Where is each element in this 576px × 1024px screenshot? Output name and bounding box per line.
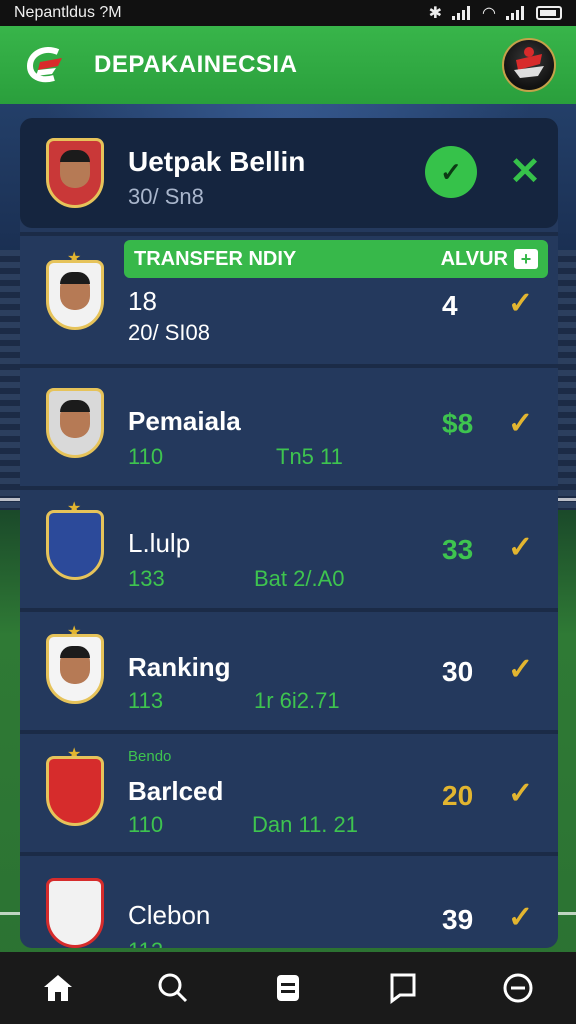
club-crest-icon: ★ — [40, 500, 110, 586]
accept-button[interactable]: ✓ — [425, 146, 477, 198]
app-logo-icon[interactable] — [24, 44, 66, 86]
list-item[interactable]: TRANSFER NDIY ALVUR + ★ 18 20/ SI08 4 ✓ — [20, 232, 558, 350]
player-sub: 133 — [128, 566, 165, 591]
list-item[interactable]: Clebon 112 39 ✓ — [20, 852, 558, 948]
check-icon: ✓ — [508, 407, 534, 440]
player-name: Barlced — [128, 776, 224, 806]
list-item[interactable]: ★ Bendo Barlced 110 Dan 11. 21 20 ✓ — [20, 730, 558, 848]
check-icon: ✓ — [508, 653, 534, 686]
player-score: 20 — [442, 780, 474, 811]
club-crest-icon — [40, 870, 110, 948]
app-header: DEPAKAINECSIA — [0, 26, 576, 104]
chat-icon[interactable] — [375, 960, 431, 1016]
player-name: 18 — [128, 286, 157, 316]
status-bar: Nepantldus ?M ✱ ◠ — [0, 0, 576, 26]
player-score: 4 — [442, 290, 458, 321]
transfer-right-label: ALVUR — [440, 247, 508, 270]
player-stat: Tn5 11 — [276, 444, 343, 469]
player-stat: Bat 2/.A0 — [254, 566, 345, 591]
player-sub: 112 — [128, 938, 163, 948]
player-score: 30 — [442, 656, 474, 687]
transfer-label: TRANSFER NDIY — [134, 247, 297, 270]
check-icon: ✓ — [508, 901, 534, 934]
player-score: $8 — [442, 408, 474, 439]
featured-player-sub: 30/ Sn8 — [128, 184, 204, 209]
signal-icon — [506, 6, 526, 20]
player-name: L.lulp — [128, 528, 191, 558]
close-icon[interactable]: ✕ — [505, 152, 545, 192]
club-crest-icon[interactable] — [502, 38, 556, 92]
player-sub: 110 — [128, 444, 164, 469]
player-sub: 110 — [128, 812, 164, 837]
featured-player-card[interactable]: Uetpak Bellin 30/ Sn8 ✓ ✕ — [20, 118, 558, 228]
transfer-banner[interactable]: TRANSFER NDIY ALVUR + — [124, 240, 548, 278]
search-icon[interactable] — [145, 960, 201, 1016]
featured-player-name: Uetpak Bellin — [128, 146, 306, 177]
profile-icon[interactable] — [490, 960, 546, 1016]
list-item[interactable]: Pemaiala 110 Tn5 11 $8 ✓ — [20, 364, 558, 482]
player-crest-icon — [40, 130, 110, 214]
player-name: Pemaiala — [128, 406, 241, 436]
player-tag: Bendo — [128, 748, 172, 765]
player-score: 33 — [442, 534, 474, 565]
home-icon[interactable] — [30, 960, 86, 1016]
check-icon: ✓ — [508, 287, 534, 320]
signal-icon — [452, 6, 472, 20]
check-icon: ✓ — [508, 777, 534, 810]
player-crest-icon: ★ — [40, 250, 110, 336]
player-crest-icon: ★ — [40, 624, 110, 710]
list-icon[interactable] — [260, 960, 316, 1016]
player-stat: Dan 11. 21 — [252, 812, 359, 837]
list-item[interactable]: ★ Ranking 113 1r 6i2.71 30 ✓ — [20, 608, 558, 726]
check-icon: ✓ — [508, 531, 534, 564]
player-sub: 113 — [128, 688, 164, 713]
wifi-icon: ◠ — [482, 5, 496, 22]
player-score: 39 — [442, 904, 474, 935]
player-stat: 1r 6i2.71 — [254, 688, 340, 713]
status-icons: ✱ ◠ — [429, 3, 562, 23]
app-title: DEPAKAINECSIA — [94, 51, 298, 78]
transfer-panel: Uetpak Bellin 30/ Sn8 ✓ ✕ TRANSFER NDIY … — [20, 118, 558, 948]
plus-icon[interactable]: + — [514, 249, 538, 269]
battery-icon — [536, 6, 562, 20]
bluetooth-icon: ✱ — [428, 5, 443, 22]
player-name: Ranking — [128, 652, 231, 682]
player-crest-icon — [40, 380, 110, 464]
list-item[interactable]: ★ L.lulp 133 Bat 2/.A0 33 ✓ — [20, 486, 558, 604]
status-text: Nepantldus ?M — [14, 4, 122, 21]
club-crest-icon: ★ — [40, 746, 110, 832]
player-name: Clebon — [128, 900, 211, 930]
bottom-navigation — [0, 952, 576, 1024]
player-sub: 20/ SI08 — [128, 320, 210, 345]
